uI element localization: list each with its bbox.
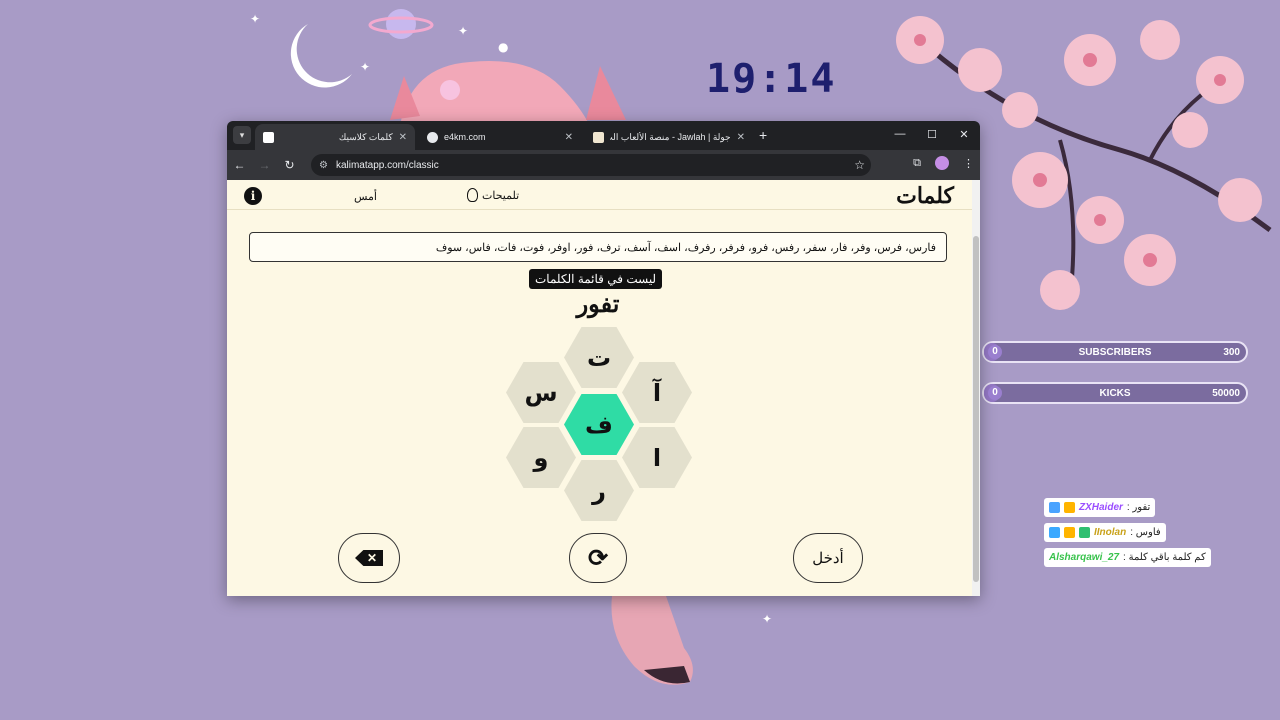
chat-message: ZXHaider تفور : <box>1044 498 1156 517</box>
tab-kalimat[interactable]: كلمات كلاسيك ✕ <box>255 124 415 150</box>
profile-avatar[interactable] <box>935 156 949 170</box>
site-settings-icon[interactable]: ⚙ <box>319 160 328 171</box>
goal-label: KICKS <box>1099 387 1131 399</box>
delete-button[interactable]: ✕ <box>338 533 400 583</box>
scrollbar-thumb[interactable] <box>973 236 979 582</box>
close-tab-icon[interactable]: ✕ <box>399 132 407 143</box>
not-in-wordlist-toast: ليست في قائمة الكلمات <box>529 269 663 289</box>
new-tab-button[interactable]: + <box>759 127 767 143</box>
url-text: kalimatapp.com/classic <box>335 159 439 171</box>
badge-icon <box>1049 527 1060 538</box>
hex-letter-top-right[interactable]: آ <box>622 362 692 423</box>
tab-title: e4km.com <box>444 132 486 142</box>
kicks-goal-bar: 0 KICKS 50000 <box>982 382 1248 404</box>
chat-username: Alsharqawi_27 <box>1049 552 1120 563</box>
anime-character-feet <box>611 596 693 685</box>
anime-character-head <box>390 61 626 126</box>
enter-label: أدخل <box>812 550 844 567</box>
lightbulb-icon <box>467 188 478 202</box>
goal-target: 50000 <box>1212 387 1240 399</box>
minimize-button[interactable]: — <box>884 121 916 147</box>
tab-search-button[interactable]: ▾ <box>233 126 251 144</box>
hex-letter-top[interactable]: ت <box>564 327 634 388</box>
extensions-icon[interactable]: ⧉ <box>913 157 921 170</box>
badge-icon <box>1064 527 1075 538</box>
badge-icon <box>1079 527 1090 538</box>
hex-letter-bottom[interactable]: ر <box>564 460 634 521</box>
found-words-box[interactable]: فارس، فرس، وفر، فار، سفر، رفس، فرو، فرفر… <box>249 232 947 262</box>
tab-title: جولة | Jawlah - منصة الألعاب الت... <box>610 131 731 142</box>
close-window-button[interactable]: ✕ <box>948 121 980 147</box>
info-icon[interactable]: i <box>244 187 262 205</box>
window-controls: — ☐ ✕ <box>884 121 980 147</box>
hints-label: تلميحات <box>482 189 520 202</box>
hex-letter-center[interactable]: ف <box>564 394 634 455</box>
goal-target: 300 <box>1223 346 1240 358</box>
menu-kebab-icon[interactable]: ⋮ <box>963 157 974 170</box>
hex-letter-top-left[interactable]: س <box>506 362 576 423</box>
chat-username: IInolan <box>1094 527 1127 538</box>
tab-strip: ▾ كلمات كلاسيك ✕ e4km.com ✕ جولة | Jawla… <box>227 121 980 150</box>
badge-icon <box>1049 502 1060 513</box>
star-decoration: ✦ <box>250 12 261 26</box>
tab-jawlah[interactable]: جولة | Jawlah - منصة الألعاب الت... ✕ <box>585 124 753 150</box>
hex-letter-bottom-left[interactable]: و <box>506 427 576 488</box>
chat-text: تفور : <box>1126 502 1151 513</box>
tab-title: كلمات كلاسيك <box>338 131 393 142</box>
kalimat-page: i أمس تلميحات كلمات فارس، فرس، وفر، فار،… <box>227 180 980 596</box>
enter-button[interactable]: أدخل <box>793 533 863 583</box>
tab-e4km[interactable]: e4km.com ✕ <box>419 124 581 150</box>
reload-button[interactable]: ↻ <box>277 158 302 172</box>
subscribers-goal-bar: 0 SUBSCRIBERS 300 <box>982 341 1248 363</box>
chat-username: ZXHaider <box>1079 502 1123 513</box>
chat-text: كم كلمة باقي كلمة : <box>1123 552 1206 563</box>
backspace-icon: ✕ <box>355 550 383 566</box>
chat-message: Alsharqawi_27 كم كلمة باقي كلمة : <box>1044 548 1211 567</box>
address-bar[interactable]: ⚙ kalimatapp.com/classic ☆ <box>311 154 871 176</box>
planet-decoration <box>368 9 434 39</box>
globe-favicon <box>427 131 438 143</box>
star-decoration: ✦ <box>360 60 371 74</box>
yesterday-link[interactable]: أمس <box>354 190 377 203</box>
moon-decoration <box>290 24 352 88</box>
hints-link[interactable]: تلميحات <box>467 188 519 202</box>
bookmark-star-icon[interactable]: ☆ <box>854 158 865 172</box>
badge-icon <box>1064 502 1075 513</box>
shuffle-button[interactable]: ⟳ <box>569 533 627 583</box>
kalimat-favicon <box>263 131 274 143</box>
shuffle-icon: ⟳ <box>587 544 609 572</box>
app-header: i أمس تلميحات كلمات <box>227 180 980 210</box>
stream-clock: 19:14 <box>706 56 837 102</box>
forward-button[interactable]: → <box>252 158 277 172</box>
current-word-input: تفور <box>576 291 620 318</box>
page-scrollbar[interactable] <box>972 180 980 596</box>
hex-letter-bottom-right[interactable]: ا <box>622 427 692 488</box>
app-title: كلمات <box>896 183 954 208</box>
jawlah-favicon <box>593 131 604 143</box>
toolbar-actions: ⧉ ⋮ <box>913 156 974 170</box>
chat-text: فاوس : <box>1130 527 1161 538</box>
stream-chat: ZXHaider تفور : IInolan فاوس : Alsharqaw… <box>1044 498 1211 573</box>
star-decoration: ✦ <box>458 24 469 38</box>
browser-toolbar: ← → ↻ ⚙ kalimatapp.com/classic ☆ ⧉ ⋮ <box>227 150 980 180</box>
goal-label: SUBSCRIBERS <box>1078 346 1152 358</box>
maximize-button[interactable]: ☐ <box>916 121 948 147</box>
star-decoration: ● <box>498 40 509 54</box>
close-tab-icon[interactable]: ✕ <box>565 132 573 143</box>
close-tab-icon[interactable]: ✕ <box>737 132 745 143</box>
star-decoration: ✦ <box>762 612 773 626</box>
back-button[interactable]: ← <box>227 158 252 172</box>
chat-message: IInolan فاوس : <box>1044 523 1166 542</box>
browser-window: ▾ كلمات كلاسيك ✕ e4km.com ✕ جولة | Jawla… <box>227 121 980 596</box>
